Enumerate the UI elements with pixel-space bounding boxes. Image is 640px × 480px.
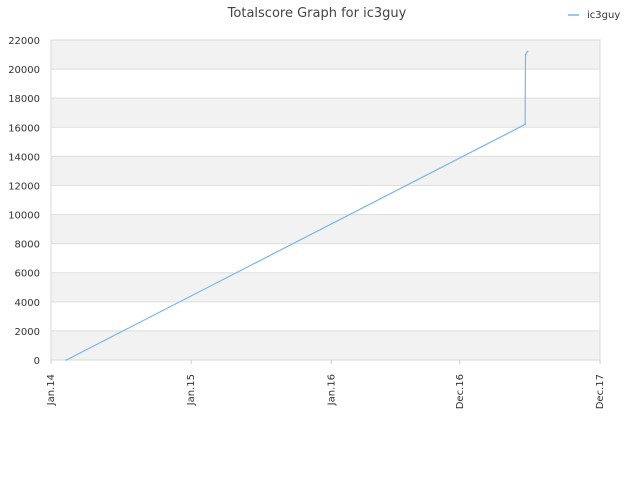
plot-band [51, 185, 600, 215]
data-point [526, 50, 529, 53]
y-tick-label: 12000 [8, 181, 40, 192]
y-tick-label: 8000 [15, 240, 40, 251]
y-tick-label: 18000 [8, 94, 40, 105]
y-tick-label: 2000 [15, 327, 40, 338]
x-tick-label: Dec.16 [455, 374, 466, 409]
x-axis: Jan.14 Jan.15 Jan.16 Dec.16 Dec.17 [46, 360, 606, 409]
plot-bands [51, 40, 600, 360]
x-tick-label: Jan.15 [186, 374, 197, 406]
plot-band [51, 156, 600, 186]
data-point [65, 359, 68, 361]
plot-band [51, 127, 600, 157]
y-tick-label: 10000 [8, 211, 40, 222]
plot-band [51, 301, 600, 331]
y-tick-label: 14000 [8, 152, 40, 163]
totalscore-chart: Totalscore Graph for ic3guy 0 2000 4000 600… [8, 6, 620, 409]
plot-band [51, 214, 600, 244]
plot-band [51, 243, 600, 273]
legend-label: ic3guy [587, 10, 620, 21]
x-tick-label: Jan.14 [46, 374, 57, 406]
data-point [524, 123, 527, 126]
plot-band [51, 330, 600, 360]
plot-band [51, 272, 600, 302]
y-axis: 0 2000 4000 6000 8000 10000 12000 14000 16000 180… [8, 36, 40, 367]
y-tick-label: 6000 [15, 269, 40, 280]
y-tick-label: 16000 [8, 123, 40, 134]
y-tick-label: 20000 [8, 65, 40, 76]
plot-band [51, 98, 600, 128]
data-point [524, 53, 527, 56]
plot-band [51, 40, 600, 70]
y-tick-label: 22000 [8, 36, 40, 47]
x-tick-label: Jan.16 [326, 374, 337, 406]
plot-band [51, 69, 600, 99]
x-tick-label: Dec.17 [595, 374, 606, 409]
chart-title: Totalscore Graph for ic3guy [227, 6, 407, 21]
y-tick-label: 4000 [15, 298, 40, 309]
y-tick-label: 0 [34, 356, 40, 367]
legend: ic3guy [568, 10, 620, 21]
